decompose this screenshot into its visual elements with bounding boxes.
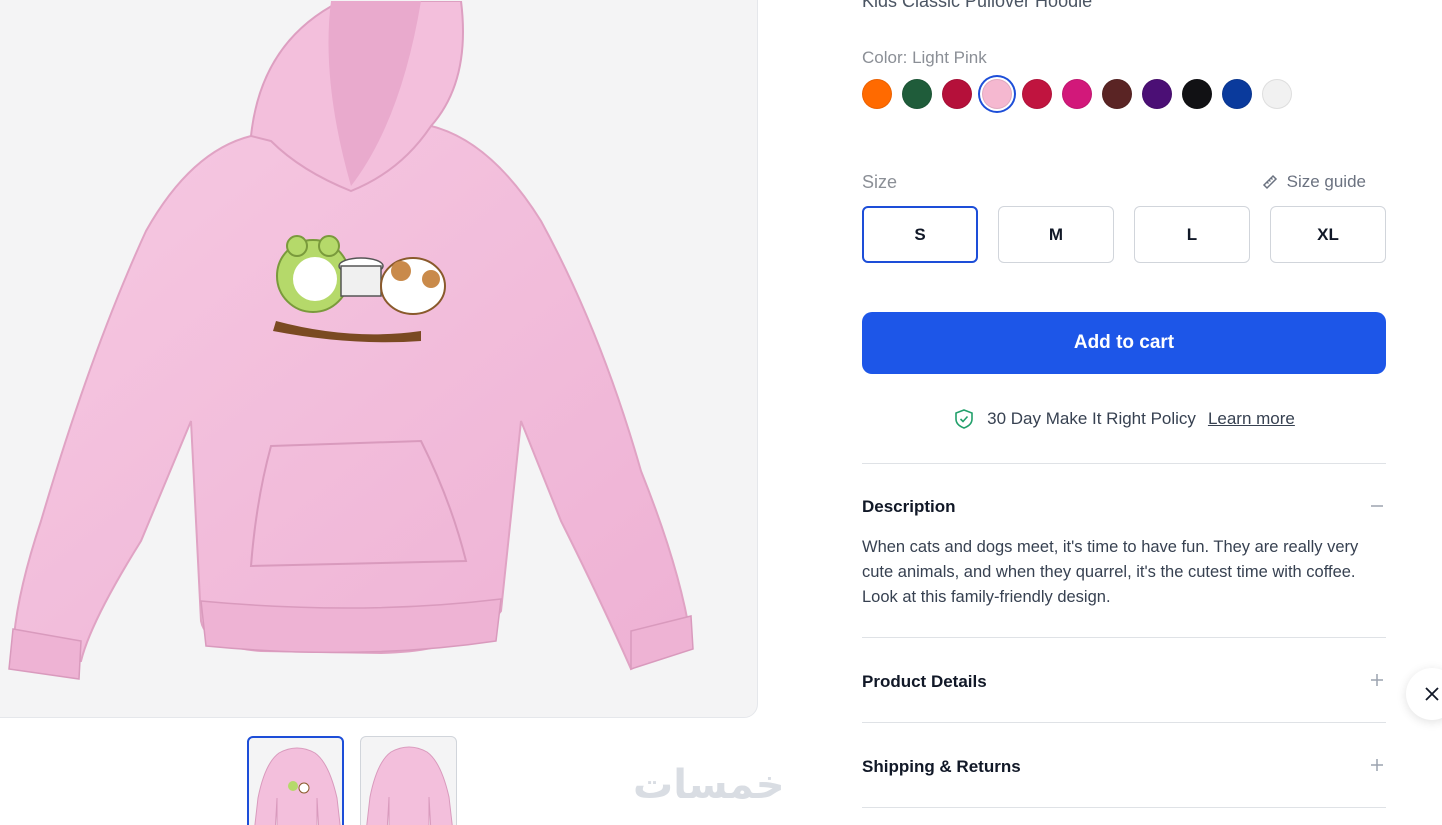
color-swatch[interactable]	[1022, 79, 1052, 109]
hoodie-front-thumb	[254, 747, 341, 825]
ruler-icon	[1262, 174, 1277, 190]
color-swatch[interactable]	[1222, 79, 1252, 109]
description-header[interactable]: Description	[862, 497, 956, 517]
policy-text: 30 Day Make It Right Policy	[987, 409, 1196, 428]
watermark-logo: خمسات	[633, 762, 785, 808]
color-swatch[interactable]	[1182, 79, 1212, 109]
size-guide-label: Size guide	[1286, 172, 1366, 191]
size-option-m[interactable]: M	[998, 206, 1114, 263]
thumbnail-back[interactable]	[360, 736, 457, 825]
divider	[862, 722, 1386, 723]
policy-row: 30 Day Make It Right Policy Learn more	[862, 408, 1386, 430]
color-swatch[interactable]	[1062, 79, 1092, 109]
close-button[interactable]	[1406, 668, 1442, 720]
product-title: Kids Classic Pullover Hoodie	[862, 0, 1093, 11]
learn-more-link[interactable]: Learn more	[1208, 409, 1295, 429]
thumbnail-front[interactable]	[247, 736, 344, 825]
minus-icon[interactable]	[1370, 499, 1384, 513]
size-options: S M L XL	[862, 206, 1386, 263]
size-guide-link[interactable]: Size guide	[1261, 172, 1366, 192]
product-page: خمسات Kids Classic Pullover Hoodie Color…	[0, 0, 1442, 825]
size-option-xl[interactable]: XL	[1270, 206, 1386, 263]
color-swatch[interactable]	[982, 79, 1012, 109]
plus-icon[interactable]	[1370, 758, 1384, 772]
hoodie-back-thumb	[366, 746, 453, 825]
color-swatch[interactable]	[902, 79, 932, 109]
main-product-image[interactable]	[0, 0, 758, 718]
color-swatch[interactable]	[1102, 79, 1132, 109]
size-option-s[interactable]: S	[862, 206, 978, 263]
color-swatch[interactable]	[942, 79, 972, 109]
hoodie-front-illustration	[8, 1, 694, 680]
size-label: Size	[862, 172, 898, 192]
color-label: Color: Light Pink	[862, 48, 987, 67]
close-icon	[1425, 687, 1439, 701]
shipping-returns-header[interactable]: Shipping & Returns	[862, 757, 1021, 777]
color-swatch[interactable]	[1262, 79, 1292, 109]
divider	[862, 807, 1386, 808]
plus-icon[interactable]	[1370, 673, 1384, 687]
color-swatch[interactable]	[1142, 79, 1172, 109]
divider	[862, 463, 1386, 464]
thumbnail-strip	[247, 736, 457, 825]
color-swatch[interactable]	[862, 79, 892, 109]
divider	[862, 637, 1386, 638]
shield-check-icon	[955, 409, 973, 429]
size-option-l[interactable]: L	[1134, 206, 1250, 263]
color-swatches	[862, 79, 1292, 109]
description-text: When cats and dogs meet, it's time to ha…	[862, 538, 1359, 606]
product-details-header[interactable]: Product Details	[862, 672, 987, 692]
add-to-cart-button[interactable]: Add to cart	[862, 312, 1386, 374]
